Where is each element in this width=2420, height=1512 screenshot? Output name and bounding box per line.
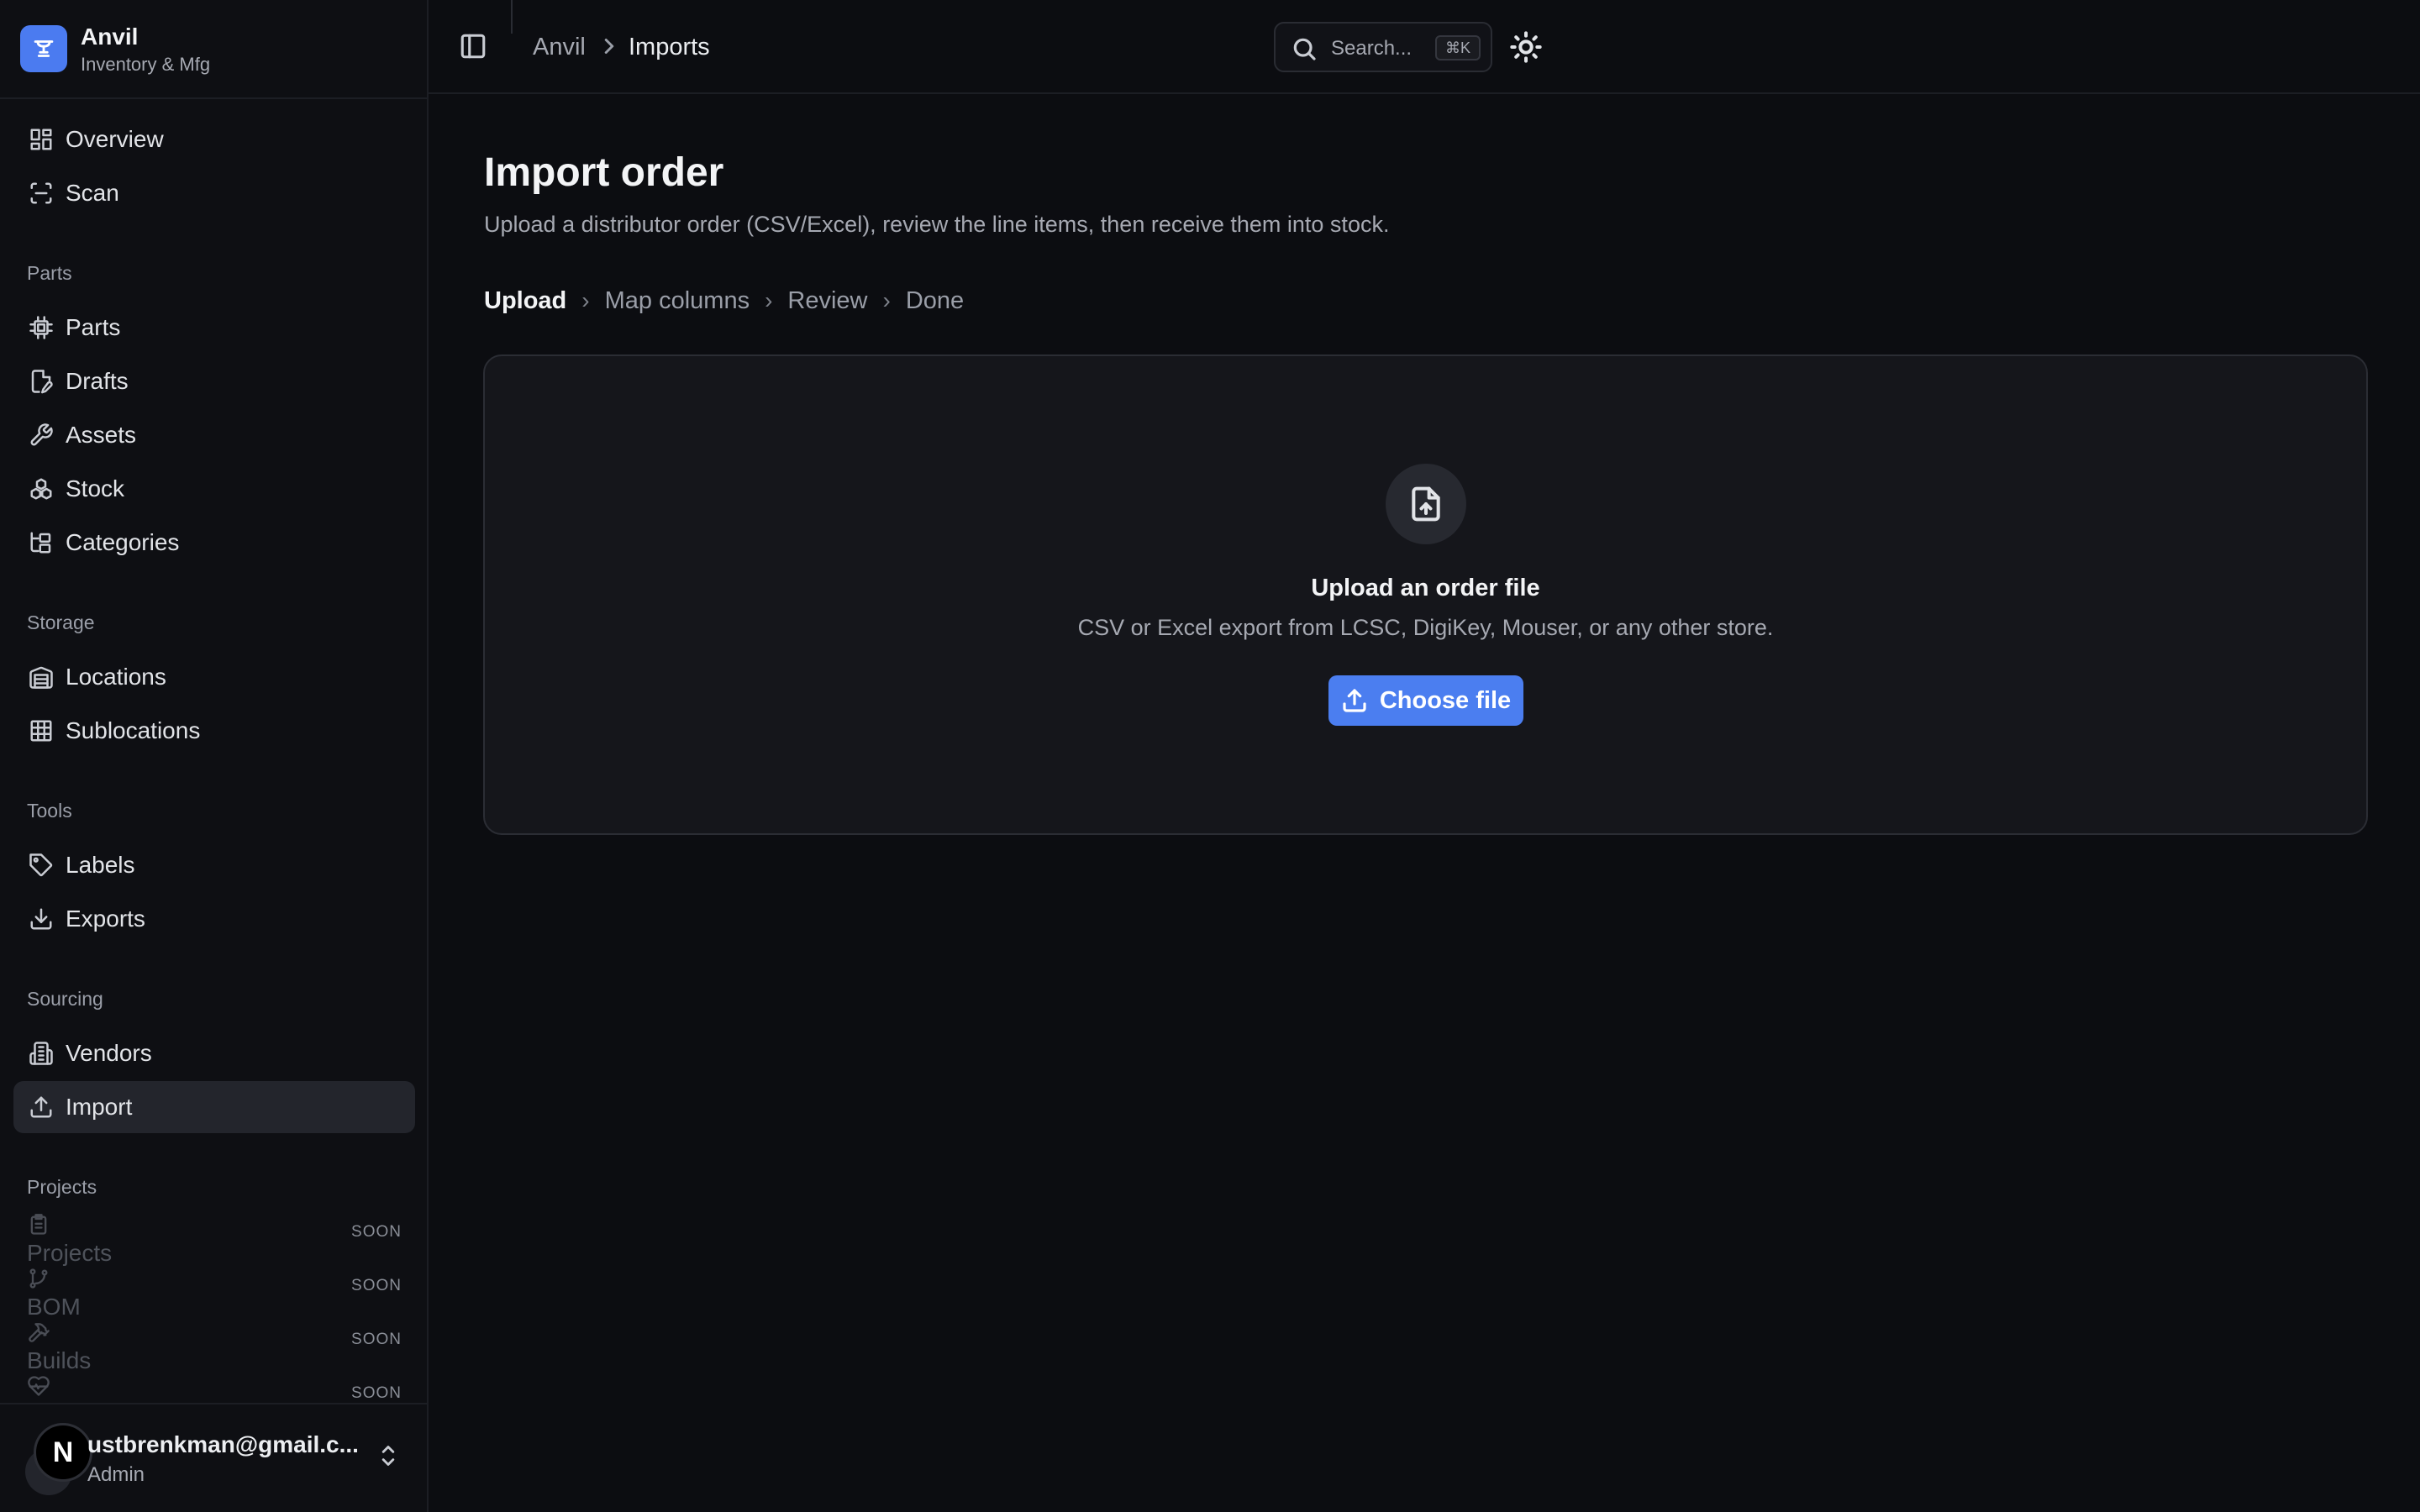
dropzone-title: Upload an order file (1311, 575, 1540, 601)
scan-icon (27, 179, 55, 207)
sidebar-item-label: Drafts (66, 368, 129, 394)
sidebar-item-drafts[interactable]: Drafts (13, 355, 415, 407)
heart-pulse-icon (27, 1374, 52, 1399)
dropzone-description: CSV or Excel export from LCSC, DigiKey, … (1077, 615, 1774, 640)
building-icon (27, 1039, 55, 1068)
sidebar-item-label: Labels (66, 852, 135, 878)
topbar-divider (511, 0, 513, 34)
section-label-sourcing: Sourcing (27, 988, 103, 1010)
sidebar-item-overview[interactable]: Overview (13, 113, 415, 165)
sidebar-item-builds: Builds SOON (13, 1320, 415, 1374)
sidebar-item-label: Vendors (66, 1040, 152, 1066)
sidebar-item-label: Builds (27, 1347, 92, 1373)
upload-icon (1343, 689, 1366, 712)
brand-subtitle: Inventory & Mfg (81, 54, 211, 75)
step-separator: › (765, 287, 773, 313)
sidebar-item-label: Exports (66, 906, 145, 932)
sidebar-item-label: Parts (66, 314, 121, 340)
sidebar-item-label: Assets (66, 422, 137, 448)
sun-icon (1510, 31, 1542, 63)
sidebar-item-bom: BOM SOON (13, 1267, 415, 1320)
layout-dashboard-icon (27, 125, 55, 154)
theme-toggle-button[interactable] (1509, 30, 1543, 64)
sidebar-item-vendors[interactable]: Vendors (13, 1027, 415, 1079)
sidebar-item-label: Locations (66, 664, 166, 690)
search-shortcut: ⌘K (1435, 35, 1481, 60)
search-icon (1291, 35, 1318, 62)
sidebar-item-exports[interactable]: Exports (13, 893, 415, 945)
wrench-icon (27, 421, 55, 449)
soon-badge: SOON (351, 1331, 402, 1348)
page-subtitle: Upload a distributor order (CSV/Excel), … (484, 212, 1390, 237)
page-title: Import order (484, 150, 724, 195)
boxes-icon (27, 475, 55, 503)
soon-badge: SOON (351, 1277, 402, 1294)
step-upload: Upload (484, 286, 567, 314)
user-role: Admin (87, 1463, 145, 1486)
avatar: N (34, 1423, 92, 1482)
sidebar: Anvil Inventory & Mfg Overview Scan Part… (0, 0, 429, 1512)
sidebar-item-categories[interactable]: Categories (13, 517, 415, 569)
sidebar-item-label: Categories (66, 529, 180, 555)
sidebar-item-label: Stock (66, 475, 125, 501)
tree-icon (27, 528, 55, 557)
chip-icon (27, 313, 55, 342)
soon-badge: SOON (351, 1384, 402, 1402)
choose-file-label: Choose file (1379, 686, 1512, 714)
sidebar-item-label: Import (66, 1094, 133, 1120)
chevron-right-icon (600, 34, 618, 59)
download-icon (27, 905, 55, 933)
section-label-projects: Projects (27, 1176, 97, 1198)
topbar: Anvil Imports Search... ⌘K (429, 0, 2420, 94)
warehouse-icon (27, 663, 55, 691)
grid-icon (27, 717, 55, 745)
breadcrumb-root[interactable]: Anvil (533, 34, 586, 61)
tag-icon (27, 851, 55, 879)
sidebar-item-labels[interactable]: Labels (13, 839, 415, 891)
step-separator: › (882, 287, 891, 313)
git-branch-icon (27, 1267, 52, 1292)
clipboard-list-icon (27, 1213, 52, 1238)
soon-badge: SOON (351, 1223, 402, 1241)
app-root: Anvil Inventory & Mfg Overview Scan Part… (0, 0, 2420, 1512)
sidebar-item-import[interactable]: Import (13, 1081, 415, 1133)
section-label-parts: Parts (27, 262, 72, 284)
sidebar-item-sublocations[interactable]: Sublocations (13, 705, 415, 757)
file-dropzone[interactable]: Upload an order file CSV or Excel export… (483, 354, 2368, 835)
hammer-icon (27, 1320, 52, 1346)
import-stepper: Upload › Map columns › Review › Done (484, 286, 964, 316)
sidebar-item-label: Projects (27, 1240, 113, 1266)
sidebar-item-scan[interactable]: Scan (13, 167, 415, 219)
sidebar-item-assets[interactable]: Assets (13, 409, 415, 461)
file-upload-icon (1386, 464, 1466, 544)
sidebar-item-parts[interactable]: Parts (13, 302, 415, 354)
anvil-icon (20, 25, 67, 72)
sidebar-toggle-button[interactable] (459, 32, 487, 60)
panel-left-icon (460, 34, 486, 59)
step-review: Review (787, 286, 868, 314)
step-done: Done (905, 286, 965, 314)
section-label-storage: Storage (27, 612, 95, 633)
step-separator: › (581, 287, 590, 313)
sidebar-item-label: Overview (66, 126, 164, 152)
brand-name: Anvil (81, 24, 139, 50)
sidebar-item-label: BOM (27, 1294, 81, 1320)
brand-header[interactable]: Anvil Inventory & Mfg (0, 0, 427, 99)
breadcrumb-current: Imports (629, 34, 710, 60)
user-email: ustbrenkman@gmail.c... (87, 1431, 359, 1457)
choose-file-button[interactable]: Choose file (1328, 675, 1523, 726)
file-edit-icon (27, 367, 55, 396)
chevrons-up-down-icon (376, 1441, 400, 1470)
user-menu[interactable]: N ustbrenkman@gmail.c... Admin (0, 1403, 427, 1512)
search-placeholder: Search... (1331, 37, 1413, 60)
sidebar-item-projects: Projects SOON (13, 1213, 415, 1267)
sidebar-item-locations[interactable]: Locations (13, 651, 415, 703)
upload-icon (27, 1093, 55, 1121)
sidebar-item-label: Scan (66, 180, 119, 206)
search-input[interactable]: Search... ⌘K (1274, 22, 1492, 72)
section-label-tools: Tools (27, 800, 72, 822)
sidebar-item-stock[interactable]: Stock (13, 463, 415, 515)
sidebar-item-label: Sublocations (66, 717, 201, 743)
step-map-columns: Map columns (604, 286, 750, 314)
